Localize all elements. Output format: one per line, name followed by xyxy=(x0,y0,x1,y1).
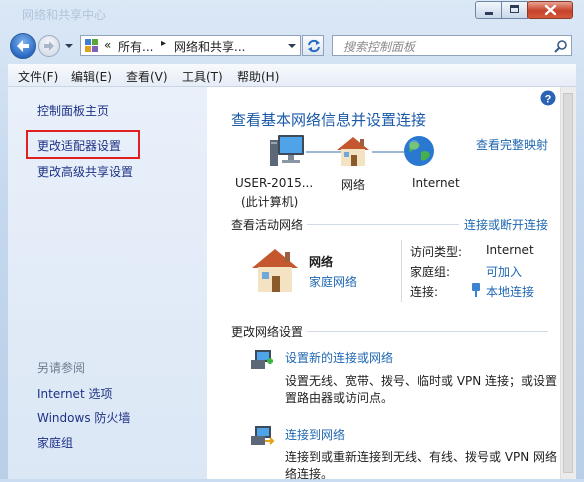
connect-disconnect-link[interactable]: 连接或断开连接 xyxy=(464,216,548,233)
internet-globe-icon xyxy=(404,136,434,166)
search-icon[interactable] xyxy=(554,39,568,53)
home-network-large-icon xyxy=(252,249,298,292)
local-connection-link[interactable]: 本地连接 xyxy=(486,283,534,300)
control-panel-icon xyxy=(85,39,98,52)
homegroup-label: 家庭组: xyxy=(410,265,451,279)
map-computer-label: (此计算机) xyxy=(241,195,299,209)
close-icon xyxy=(544,4,557,16)
refresh-icon xyxy=(308,39,320,53)
address-bar[interactable]: « 所有... ▸ 网络和共享... xyxy=(80,35,301,56)
history-dropdown-icon[interactable] xyxy=(64,42,74,50)
menu-edit[interactable]: 编辑(E) xyxy=(71,68,112,85)
search-input[interactable]: 搜索控制面板 xyxy=(343,38,415,55)
forward-button[interactable] xyxy=(38,35,60,57)
access-type-value: Internet xyxy=(486,243,534,257)
menu-help[interactable]: 帮助(H) xyxy=(237,68,279,85)
ethernet-icon xyxy=(472,283,480,297)
divider xyxy=(307,224,459,225)
new-connection-icon xyxy=(251,350,273,369)
active-networks-title: 查看活动网络 xyxy=(231,218,304,232)
address-dropdown-icon[interactable] xyxy=(287,42,297,50)
setup-new-connection-desc-2: 置路由器或访问点。 xyxy=(285,391,394,405)
scrollbar-thumb[interactable] xyxy=(563,93,573,473)
network-name: 网络 xyxy=(309,255,334,269)
computer-icon xyxy=(270,135,304,166)
divider xyxy=(307,331,548,332)
network-type-link[interactable]: 家庭网络 xyxy=(309,273,357,290)
svg-text:?: ? xyxy=(545,94,552,106)
highlight-box xyxy=(26,130,140,159)
help-icon[interactable]: ? xyxy=(540,90,556,106)
vertical-scrollbar[interactable] xyxy=(560,87,576,479)
divider xyxy=(401,240,402,302)
sidebar-item-internet-options[interactable]: Internet 选项 xyxy=(37,385,112,402)
sidebar-item-homegroup[interactable]: 家庭组 xyxy=(37,434,73,451)
breadcrumb-prefix: « xyxy=(104,38,112,52)
setup-new-connection-desc-1: 设置无线、宽带、拨号、临时或 VPN 连接；或设置 xyxy=(285,374,558,388)
breadcrumb-separator[interactable]: ▸ xyxy=(161,38,166,49)
homegroup-join-link[interactable]: 可加入 xyxy=(486,263,522,280)
page-title: 查看基本网络信息并设置连接 xyxy=(231,111,427,129)
title-bar[interactable]: 网络和共享中心 xyxy=(0,0,584,28)
menu-tools[interactable]: 工具(T) xyxy=(182,68,223,85)
menu-bar: 文件(F) 编辑(E) 查看(V) 工具(T) 帮助(H) xyxy=(8,64,576,87)
refresh-button[interactable] xyxy=(302,35,324,56)
menu-file[interactable]: 文件(F) xyxy=(18,68,58,85)
window-title: 网络和共享中心 xyxy=(22,8,107,22)
connect-to-network-desc-2: 络连接。 xyxy=(285,467,334,481)
arrow-left-icon xyxy=(17,40,29,52)
map-network-label: 网络 xyxy=(341,178,366,192)
breadcrumb-all-items[interactable]: 所有... xyxy=(118,38,153,55)
map-computer-name: USER-2015... xyxy=(235,176,314,190)
minimize-button[interactable] xyxy=(475,1,502,19)
home-network-icon xyxy=(337,137,369,166)
connect-to-network-desc-1: 连接到或重新连接到无线、有线、拨号或 VPN 网络 xyxy=(285,450,558,464)
setup-new-connection-link[interactable]: 设置新的连接或网络 xyxy=(285,349,393,366)
close-button[interactable] xyxy=(527,1,573,19)
sidebar-item-home[interactable]: 控制面板主页 xyxy=(37,102,109,119)
view-full-map-link[interactable]: 查看完整映射 xyxy=(476,136,548,153)
change-settings-title: 更改网络设置 xyxy=(231,325,304,339)
sidebar-item-advanced-sharing[interactable]: 更改高级共享设置 xyxy=(37,163,133,180)
breadcrumb-network-center[interactable]: 网络和共享... xyxy=(174,38,245,55)
maximize-button[interactable] xyxy=(501,1,528,19)
arrow-right-icon xyxy=(44,41,54,51)
menu-view[interactable]: 查看(V) xyxy=(126,68,168,85)
see-also-heading: 另请参阅 xyxy=(37,361,86,375)
sidebar-item-firewall[interactable]: Windows 防火墙 xyxy=(37,409,130,426)
back-button[interactable] xyxy=(10,33,36,59)
search-box[interactable]: 搜索控制面板 xyxy=(332,35,572,56)
connections-label: 连接: xyxy=(410,285,439,299)
map-internet-label: Internet xyxy=(412,176,460,190)
map-link-2 xyxy=(372,151,404,153)
access-type-label: 访问类型: xyxy=(410,245,463,259)
connect-to-network-link[interactable]: 连接到网络 xyxy=(285,426,345,443)
connect-network-icon xyxy=(251,426,275,445)
